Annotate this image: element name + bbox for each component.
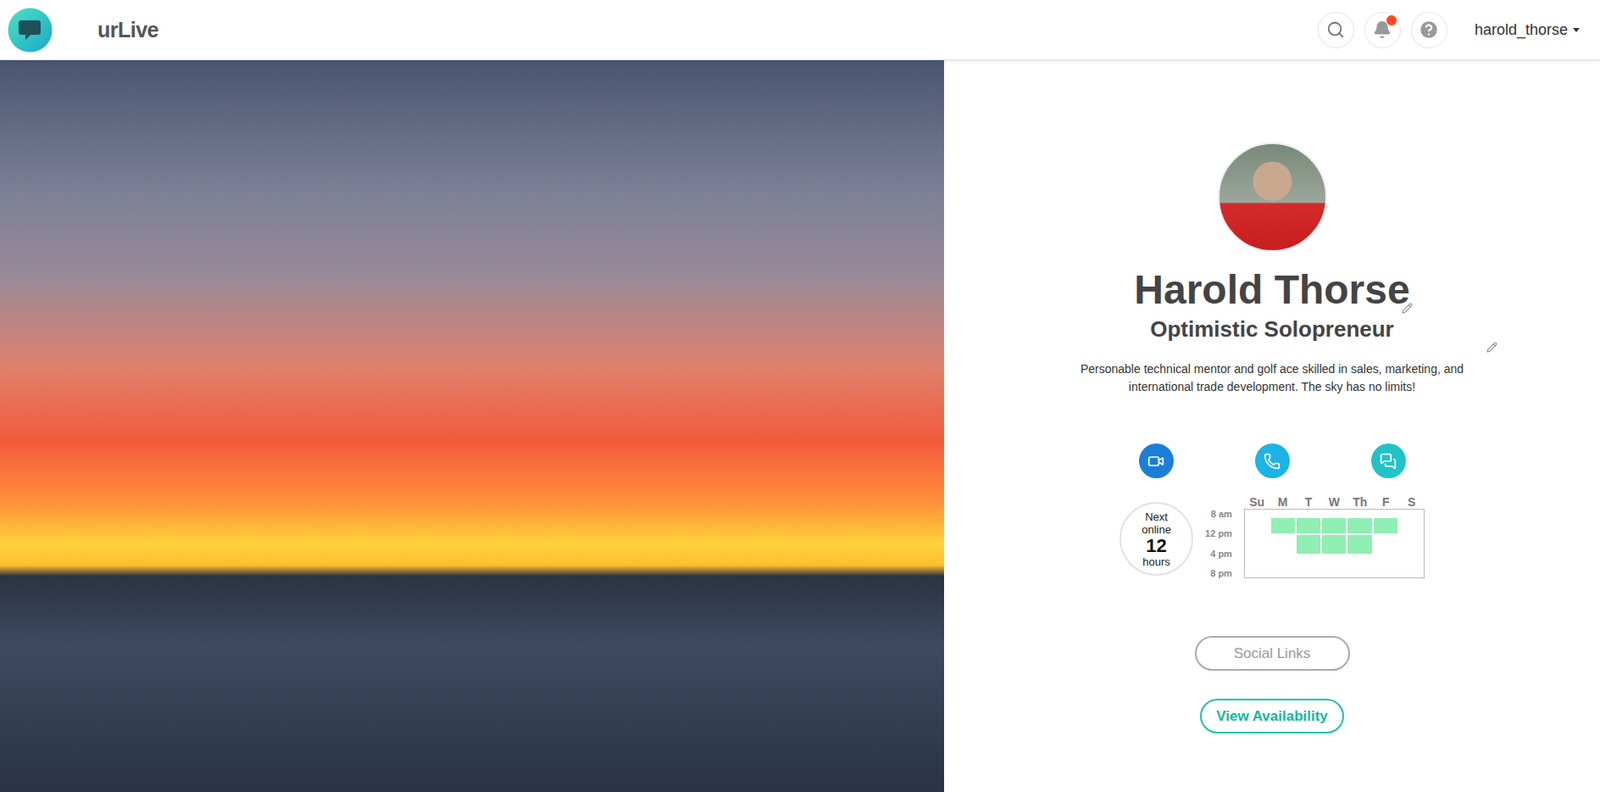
schedule-slot xyxy=(1346,516,1373,534)
week-schedule: SuMTWThFS xyxy=(1244,494,1425,578)
schedule-slot xyxy=(1346,554,1373,578)
bio-block: Personable technical mentor and golf ace… xyxy=(1051,360,1493,396)
schedule-slot xyxy=(1295,509,1322,517)
schedule-slot xyxy=(1244,533,1271,555)
time-label: 8 am xyxy=(1211,508,1233,519)
pencil-icon xyxy=(1486,341,1498,353)
time-label: 12 pm xyxy=(1205,527,1233,539)
profile-bio: Personable technical mentor and golf ace… xyxy=(1051,360,1493,396)
profile-panel: Harold ThorseOptimistic Solopreneur Perso… xyxy=(944,60,1600,792)
view-availability-button[interactable]: View Availability xyxy=(1200,698,1345,734)
schedule-slot xyxy=(1398,554,1424,578)
schedule-slot xyxy=(1372,516,1399,534)
chat-call-button[interactable] xyxy=(1371,443,1406,478)
schedule-grid xyxy=(1244,508,1425,578)
top-bar: urLive harold_thorse xyxy=(0,0,1600,61)
edit-title-button[interactable] xyxy=(1401,302,1413,314)
phone-call-button[interactable] xyxy=(1255,443,1290,478)
day-labels: SuMTWThFS xyxy=(1244,494,1425,509)
help-button[interactable] xyxy=(1411,11,1448,49)
profile-title: Optimistic Solopreneur xyxy=(1150,316,1395,343)
schedule-slot xyxy=(1372,509,1399,517)
day-label: F xyxy=(1372,494,1399,509)
video-icon xyxy=(1147,452,1165,470)
cover-photo xyxy=(0,60,945,792)
schedule-slot xyxy=(1270,554,1296,578)
day-label: Th xyxy=(1347,494,1373,509)
logo-icon[interactable] xyxy=(7,7,53,53)
main: Harold ThorseOptimistic Solopreneur Perso… xyxy=(0,60,1600,792)
schedule-slot xyxy=(1270,516,1296,534)
schedule-slot xyxy=(1270,533,1296,555)
schedule-slot xyxy=(1321,509,1347,517)
day-label: T xyxy=(1295,494,1322,509)
phone-icon xyxy=(1263,452,1281,470)
edit-bio-button[interactable] xyxy=(1486,341,1498,353)
profile-name: Harold Thorse xyxy=(1133,265,1410,315)
schedule-slot xyxy=(1295,516,1322,534)
schedule-slot xyxy=(1295,554,1322,578)
schedule-slot xyxy=(1372,554,1399,578)
chat-icon xyxy=(1379,452,1397,470)
schedule-slot xyxy=(1398,516,1424,534)
schedule-slot xyxy=(1244,516,1271,534)
caret-icon xyxy=(1572,27,1580,33)
day-label: M xyxy=(1269,494,1295,509)
brand-name[interactable]: urLive xyxy=(97,17,159,43)
page: urLive harold_thorse Harold ThorseOptimist… xyxy=(0,0,1600,792)
search-button[interactable] xyxy=(1317,11,1355,49)
pencil-icon xyxy=(1401,302,1413,314)
schedule-slot xyxy=(1346,509,1373,517)
schedule-slot xyxy=(1244,509,1271,517)
unread-badge xyxy=(1386,15,1397,26)
schedule-slot xyxy=(1295,533,1322,555)
notifications-button[interactable] xyxy=(1364,11,1401,49)
time-label: 4 pm xyxy=(1210,548,1233,559)
title-block: Optimistic Solopreneur xyxy=(1150,314,1395,343)
user-menu[interactable]: harold_thorse xyxy=(1471,17,1584,43)
day-label: Su xyxy=(1244,494,1270,509)
schedule-slot xyxy=(1321,516,1347,534)
next-online-value: 12 xyxy=(1145,535,1167,556)
schedule-summary: Next online12hours 8 am 12 pm 4 pm 8 pm SuMTW… xyxy=(1119,494,1425,578)
schedule-slot xyxy=(1346,533,1373,555)
search-icon xyxy=(1326,20,1345,39)
social-links-button[interactable]: Social Links xyxy=(1194,635,1350,671)
schedule-slot xyxy=(1270,509,1296,517)
next-online: Next online12hours xyxy=(1119,501,1194,576)
video-call-button[interactable] xyxy=(1138,443,1174,478)
time-axis: 8 am 12 pm 4 pm 8 pm xyxy=(1205,508,1233,578)
next-online-unit: hours xyxy=(1142,555,1171,568)
schedule-slot xyxy=(1372,533,1399,555)
time-label: 8 pm xyxy=(1210,567,1233,578)
day-label: W xyxy=(1321,494,1347,509)
schedule-slot xyxy=(1244,554,1271,578)
schedule-slot xyxy=(1398,533,1424,555)
avatar xyxy=(1217,142,1328,252)
contact-buttons xyxy=(1138,443,1406,478)
help-icon xyxy=(1417,18,1440,41)
schedule-slot xyxy=(1321,554,1347,578)
schedule-slot xyxy=(1321,533,1347,555)
day-label: S xyxy=(1398,494,1424,509)
next-online-label: Next online xyxy=(1133,510,1181,536)
schedule-slot xyxy=(1398,509,1424,517)
